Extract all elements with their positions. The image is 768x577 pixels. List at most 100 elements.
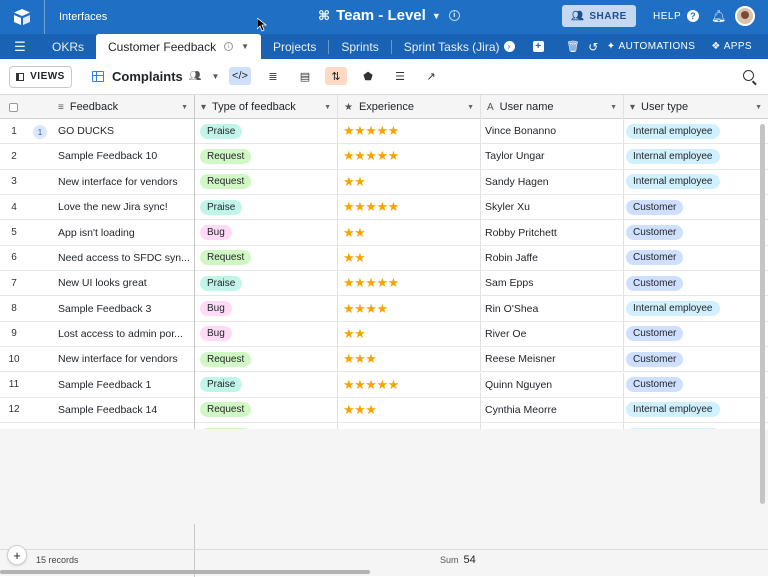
cell-feedback[interactable]: GO DUCKS (58, 119, 192, 143)
column-header-experience[interactable]: ★ Experience ▼ (338, 95, 481, 119)
cell-feedback[interactable]: New interface for vendors (58, 347, 192, 371)
tab-projects[interactable]: Projects (261, 34, 328, 59)
cell-user-type[interactable]: Customer (626, 220, 756, 244)
cell-experience[interactable]: ★★★★★ (343, 271, 478, 295)
tab-sprint-tasks-jira[interactable]: Sprint Tasks (Jira) › (392, 34, 527, 59)
cell-user-type[interactable]: Customer (626, 322, 756, 346)
cell-user-type[interactable]: Internal employee (626, 170, 756, 194)
cell-experience[interactable]: ★★★★★ (343, 195, 478, 219)
cell-experience[interactable]: ★★★ (343, 398, 478, 422)
cell-user-type[interactable]: Customer (626, 195, 756, 219)
cell-type-of-feedback[interactable]: Request (200, 246, 335, 270)
info-icon[interactable]: i (448, 10, 460, 21)
group-icon[interactable]: ▤ (294, 67, 316, 85)
cell-experience[interactable]: ★★★★★ (343, 373, 478, 397)
column-header-feedback[interactable]: ≡ Feedback ▼ (52, 95, 195, 119)
cell-type-of-feedback[interactable]: Praise (200, 271, 335, 295)
cell-experience[interactable]: ★★★★★ (343, 119, 478, 143)
base-title-menu[interactable]: ⌘ Team - Level ▼ i (318, 7, 460, 24)
cell-user-type[interactable]: Customer (626, 246, 756, 270)
tab-sprints[interactable]: Sprints (329, 34, 390, 59)
help-button[interactable]: HELP ? (653, 10, 700, 22)
cell-feedback[interactable]: Need access to SFDC syn... (58, 246, 192, 270)
cell-user-name[interactable]: Quinn Nguyen (485, 373, 620, 397)
select-all-cell[interactable] (0, 95, 52, 119)
hide-fields-icon[interactable]: </> (229, 67, 251, 85)
cell-type-of-feedback[interactable]: Praise (200, 373, 335, 397)
filter-icon[interactable]: ≣ (262, 67, 284, 85)
cell-experience[interactable]: ★★★ (343, 347, 478, 371)
cell-user-type[interactable]: Internal employee (626, 119, 756, 143)
cell-type-of-feedback[interactable]: Praise (200, 195, 335, 219)
cell-type-of-feedback[interactable]: Request (200, 170, 335, 194)
airtable-logo-icon[interactable] (0, 0, 44, 34)
table-row[interactable]: 12 Sample Feedback 14 Request ★★★ Cynthia Me… (0, 397, 768, 424)
cell-user-name[interactable]: Rin O'Shea (485, 296, 620, 320)
cell-feedback[interactable]: Sample Feedback 3 (58, 296, 192, 320)
color-icon[interactable]: ⬟ (357, 67, 379, 85)
cell-user-name[interactable]: Sandy Hagen (485, 170, 620, 194)
table-row[interactable]: 3 New interface for vendors Request ★★ Sandy… (0, 169, 768, 195)
column-header-user-name[interactable]: A User name ▼ (481, 95, 624, 119)
tab-customer-feedback[interactable]: Customer Feedback i ▼ (96, 34, 261, 59)
share-button[interactable]: 👥︎ SHARE (562, 5, 636, 27)
cell-feedback[interactable]: App isn't loading (58, 220, 192, 244)
cell-user-type[interactable]: Customer (626, 347, 756, 371)
cell-type-of-feedback[interactable]: Praise (200, 119, 335, 143)
hamburger-menu-icon[interactable]: ☰ (0, 34, 40, 59)
table-row[interactable]: 6 Need access to SFDC syn... Request ★★ Robi… (0, 245, 768, 272)
table-row[interactable]: 10 New interface for vendors Request ★★★ Ree… (0, 347, 768, 373)
notifications-bell-icon[interactable]: 🔔︎ (711, 9, 726, 23)
interfaces-link[interactable]: Interfaces (59, 11, 107, 23)
table-row[interactable]: 4 Love the new Jira sync! Praise ★★★★★ Skyle… (0, 195, 768, 221)
cell-user-type[interactable]: Internal employee (626, 296, 756, 320)
cell-type-of-feedback[interactable]: Bug (200, 296, 335, 320)
cell-type-of-feedback[interactable]: Bug (200, 220, 335, 244)
add-table-icon[interactable]: + (532, 41, 544, 52)
table-row[interactable]: 9 Lost access to admin por... Bug ★★ River O… (0, 321, 768, 348)
chevron-down-icon[interactable]: ▼ (181, 104, 188, 111)
table-row[interactable]: 8 Sample Feedback 3 Bug ★★★★ Rin O'Shea Inter… (0, 296, 768, 322)
add-record-button[interactable]: + (7, 545, 27, 565)
chevron-right-icon[interactable]: › (503, 41, 515, 52)
chevron-down-icon[interactable]: ▼ (212, 72, 220, 81)
share-view-icon[interactable]: ↗ (420, 67, 442, 85)
column-header-user-type[interactable]: ▾ User type ▼ (624, 95, 768, 119)
cell-feedback[interactable]: Love the new Jira sync! (58, 195, 192, 219)
cell-user-name[interactable]: Cynthia Meorre (485, 398, 620, 422)
cell-user-name[interactable]: Robby Pritchett (485, 220, 620, 244)
cell-user-type[interactable]: Customer (626, 373, 756, 397)
info-icon[interactable]: i (224, 42, 234, 51)
table-row[interactable]: 7 New UI looks great Praise ★★★★★ Sam Epps Cu… (0, 271, 768, 297)
cell-user-name[interactable]: River Oe (485, 322, 620, 346)
cell-type-of-feedback[interactable]: Bug (200, 322, 335, 346)
user-avatar[interactable] (735, 6, 755, 26)
automations-button[interactable]: ✦ AUTOMATIONS (607, 41, 704, 52)
table-row[interactable]: 11 Sample Feedback 1 Praise ★★★★★ Quinn Nguy… (0, 372, 768, 398)
cell-experience[interactable]: ★★★★ (343, 296, 478, 320)
cell-experience[interactable]: ★★ (343, 322, 478, 346)
cell-feedback[interactable]: New interface for vendors (58, 170, 192, 194)
table-row[interactable]: 1 1 GO DUCKS Praise ★★★★★ Vince Bonanno Intern… (0, 119, 768, 145)
chevron-down-icon[interactable]: ▼ (241, 42, 249, 51)
comment-count-badge[interactable]: 1 (33, 125, 47, 139)
cell-user-name[interactable]: Taylor Ungar (485, 144, 620, 168)
select-all-checkbox[interactable] (9, 102, 18, 112)
tab-okrs[interactable]: OKRs (40, 34, 96, 59)
table-row[interactable]: 2 Sample Feedback 10 Request ★★★★★ Taylor Un… (0, 144, 768, 170)
cell-user-name[interactable]: Sam Epps (485, 271, 620, 295)
cell-user-name[interactable]: Vince Bonanno (485, 119, 620, 143)
cell-user-name[interactable]: Reese Meisner (485, 347, 620, 371)
vertical-scrollbar[interactable] (760, 124, 765, 504)
chevron-down-icon[interactable]: ▼ (755, 104, 762, 111)
cell-experience[interactable]: ★★ (343, 220, 478, 244)
row-height-icon[interactable]: ☰ (389, 67, 411, 85)
experience-summary[interactable]: Sum 54 (440, 554, 476, 566)
cell-feedback[interactable]: Sample Feedback 14 (58, 398, 192, 422)
cell-user-type[interactable]: Customer (626, 271, 756, 295)
history-icon[interactable]: ↺ (588, 40, 598, 54)
cell-user-name[interactable]: Robin Jaffe (485, 246, 620, 270)
horizontal-scrollbar[interactable] (0, 570, 370, 574)
column-header-type-of-feedback[interactable]: ▾ Type of feedback ▼ (195, 95, 338, 119)
cell-user-type[interactable]: Internal employee (626, 398, 756, 422)
